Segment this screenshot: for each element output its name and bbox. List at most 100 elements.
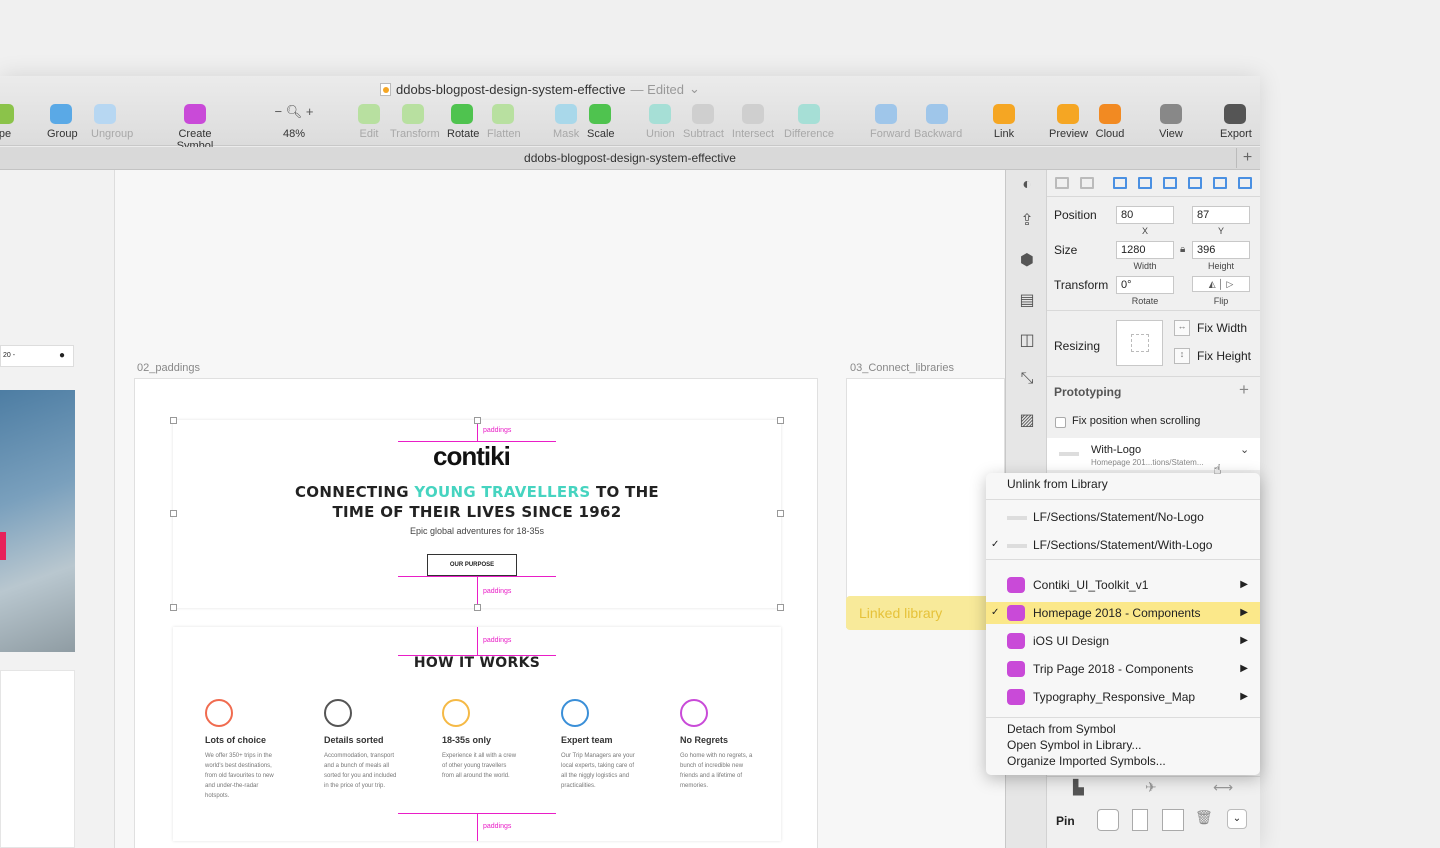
hero-headline: CONNECTING YOUNG TRAVELLERS TO THE TIME … [277,482,677,522]
resize-handle[interactable] [777,510,784,517]
align-center-icon[interactable] [1138,177,1152,189]
align-left-icon[interactable] [1113,177,1127,189]
prototype-icon[interactable]: ✈ [1145,779,1157,796]
fix-height-label[interactable]: Fix Height [1197,349,1251,363]
library-menu-item[interactable]: Trip Page 2018 - Components ▶ [986,658,1260,680]
toolbar-item[interactable]: Forward [870,104,910,140]
artboard-01-fragment[interactable]: 20 - ● [0,170,115,848]
toolbar-item[interactable]: Export [1220,104,1252,140]
toolbar-item[interactable]: Mask [553,104,579,140]
layout-icon[interactable]: ▙ [1073,779,1084,796]
resize-handle[interactable] [777,417,784,424]
toolbar-item-icon [451,104,473,124]
organize-imported-symbols-item[interactable]: Organize Imported Symbols... [986,753,1260,769]
chevron-down-icon[interactable]: ⌄ [1240,443,1249,456]
toolbar-item[interactable]: Difference [783,104,835,140]
toolbar-item[interactable]: Scale [587,104,615,140]
link-icon[interactable]: ⟷ [1213,779,1233,796]
library-menu-item[interactable]: Contiki_UI_Toolkit_v1 ▶ [986,574,1260,596]
scale-icon[interactable]: ⤡ [1016,370,1038,390]
distribute-horizontal-icon[interactable] [1055,177,1069,189]
library-menu-item-label: Contiki_UI_Toolkit_v1 [1033,578,1149,592]
fix-width-icon[interactable]: ↔ [1174,320,1190,336]
height-field[interactable]: 396 [1192,241,1250,259]
add-prototyping-button[interactable]: + [1239,380,1249,400]
pin-all-icon[interactable] [1097,809,1119,831]
fix-width-label[interactable]: Fix Width [1197,321,1247,335]
flip-buttons[interactable]: ◭ │ ▷ [1192,276,1250,292]
layout-icon[interactable]: ▤ [1016,290,1038,310]
artboard-label[interactable]: 02_paddings [137,362,200,374]
toolbar-item[interactable]: Ungroup [91,104,133,140]
symbol-picker[interactable]: With-Logo Homepage 201...tions/Statem...… [1047,438,1260,470]
statement-section[interactable]: paddings contiki CONNECTING YOUNG TRAVEL… [170,417,784,611]
edited-status[interactable]: — Edited [631,82,684,97]
toolbar-item[interactable]: Edit [358,104,380,140]
open-symbol-in-library-item[interactable]: Open Symbol in Library... [986,737,1260,753]
toolbar-item[interactable]: Rotate [447,104,479,140]
toolbar-item[interactable]: Transform [390,104,440,140]
symbol-icon[interactable]: ⬢ [1016,250,1038,270]
artboard-02-paddings[interactable]: paddings contiki CONNECTING YOUNG TRAVEL… [134,378,818,848]
resizing-widget[interactable] [1116,320,1163,366]
toolbar-item[interactable]: Union [646,104,675,140]
align-middle-icon[interactable] [1213,177,1227,189]
style-icon[interactable]: ◐ [1016,176,1038,196]
add-tab-button[interactable]: + [1236,148,1258,168]
library-menu-item[interactable]: Typography_Responsive_Map ▶ [986,686,1260,708]
pin-horizontal-icon[interactable] [1162,809,1184,831]
image-icon[interactable]: ▨ [1016,410,1038,430]
rotate-field[interactable]: 0° [1116,276,1174,294]
accent-mark [0,532,6,560]
toolbar-item[interactable]: Cloud [1095,104,1125,140]
align-bottom-icon[interactable] [1238,177,1252,189]
toolbar-item[interactable]: View [1157,104,1185,140]
x-field[interactable]: 80 [1116,206,1174,224]
toolbar-item[interactable]: Create Symbol [159,104,231,152]
export-icon[interactable]: ⇪ [1016,210,1038,230]
toolbar-item[interactable]: Link [993,104,1015,140]
canvas[interactable]: 20 - ● 02_paddings paddings contiki CONN… [0,170,1005,848]
pin-vertical-icon[interactable] [1132,809,1148,831]
how-it-works-section[interactable]: paddings HOW IT WORKS Lots of choice We o… [173,627,781,841]
toolbar-item[interactable]: Intersect [731,104,775,140]
fix-height-icon[interactable]: ↕ [1174,348,1190,364]
toolbar-item[interactable]: Subtract [683,104,724,140]
align-top-icon[interactable] [1188,177,1202,189]
fix-scroll-checkbox[interactable] [1055,417,1066,428]
y-field[interactable]: 87 [1192,206,1250,224]
toolbar-item[interactable]: Flatten [487,104,521,140]
toolbar-item[interactable]: Preview [1049,104,1088,140]
our-purpose-button[interactable]: OUR PURPOSE [427,554,517,576]
toolbar-item[interactable]: Backward [914,104,962,140]
symbol-menu-item[interactable]: ✓ LF/Sections/Statement/With-Logo [986,534,1260,556]
toolbar-item[interactable]: − 🔍︎ + 48% [272,104,316,140]
library-menu-item[interactable]: ✓ Homepage 2018 - Components ▶ [986,602,1260,624]
toolbar-item[interactable]: ape [0,104,14,140]
detach-from-symbol-item[interactable]: Detach from Symbol [986,721,1260,737]
resize-handle[interactable] [474,604,481,611]
chevron-down-icon[interactable]: ⌄ [689,81,700,97]
width-field[interactable]: 1280 [1116,241,1174,259]
symbol-library-menu: Unlink from Library LF/Sections/Statemen… [986,473,1260,775]
align-right-icon[interactable] [1163,177,1177,189]
resize-handle[interactable] [777,604,784,611]
feature-icon [442,699,470,727]
fix-scroll-label[interactable]: Fix position when scrolling [1072,415,1200,427]
chevron-down-icon[interactable]: ⌄ [1227,809,1247,829]
symbol-menu-item-label: LF/Sections/Statement/With-Logo [1033,538,1213,552]
distribute-vertical-icon[interactable] [1080,177,1094,189]
feature-title: Lots of choice [205,735,267,745]
toolbar-item[interactable]: Group [47,104,78,140]
resize-handle[interactable] [474,417,481,424]
resize-icon[interactable]: ◫ [1016,330,1038,350]
resize-handle[interactable] [170,417,177,424]
artboard-label[interactable]: 03_Connect_libraries [850,362,954,374]
resize-handle[interactable] [170,604,177,611]
symbol-menu-item[interactable]: LF/Sections/Statement/No-Logo [986,506,1260,528]
trash-icon[interactable]: 🗑︎ [1195,809,1213,826]
lock-icon[interactable]: 🔒︎ [1180,244,1185,255]
resize-handle[interactable] [170,510,177,517]
library-menu-item[interactable]: iOS UI Design ▶ [986,630,1260,652]
artboard-03-connect-libraries[interactable] [846,378,1005,628]
